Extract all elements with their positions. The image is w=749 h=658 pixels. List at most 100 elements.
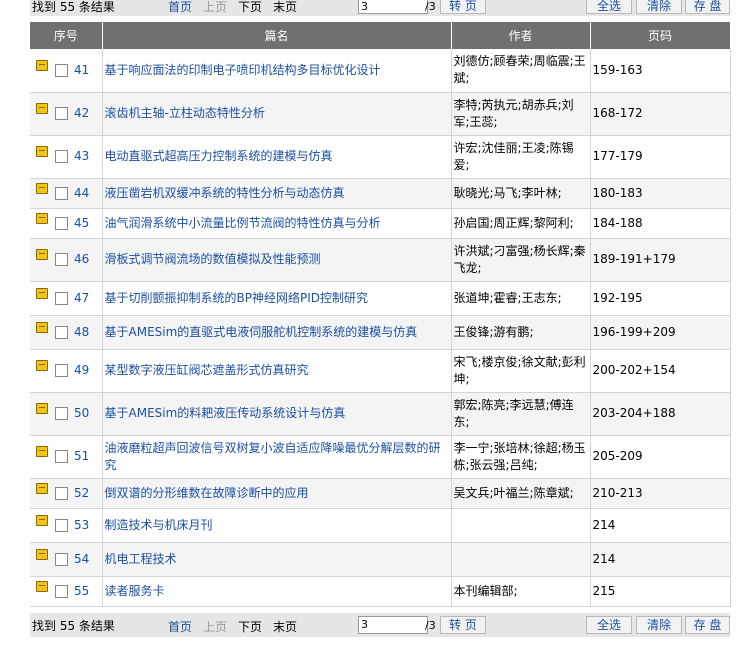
page-number-input[interactable] — [358, 615, 428, 634]
select-all-button[interactable]: 全选 — [586, 615, 632, 634]
clear-button[interactable]: 清除 — [636, 0, 682, 14]
prev-page-link: 上页 — [203, 0, 228, 14]
row-no-cell: 41 — [30, 49, 103, 93]
article-title-link[interactable]: 制造技术与机床月刊 — [105, 518, 213, 532]
row-title-cell: 基于AMESim的直驱式电液伺服舵机控制系统的建模与仿真 — [102, 315, 452, 350]
last-page-link[interactable]: 末页 — [273, 618, 297, 635]
row-author: 王俊锋;游有鹏; — [451, 315, 591, 350]
row-title-cell: 基于AMESim的料耙液压传动系统设计与仿真 — [102, 392, 452, 436]
select-all-button[interactable]: 全选 — [586, 0, 632, 14]
row-number: 43 — [74, 149, 90, 163]
row-author — [451, 508, 591, 543]
total-pages: /3 — [425, 0, 436, 13]
row-pages: 168-172 — [590, 92, 731, 136]
article-title-link[interactable]: 电动直驱式超高压力控制系统的建模与仿真 — [105, 149, 333, 163]
row-no-cell: 53 — [30, 508, 103, 543]
next-page-link[interactable]: 下页 — [238, 618, 262, 635]
row-no-cell: 49 — [30, 349, 103, 393]
row-title-cell: 基于切削颤振抑制系统的BP神经网络PID控制研究 — [102, 281, 452, 316]
row-title-cell: 油气润滑系统中小流量比例节流阀的特性仿真与分析 — [102, 208, 452, 239]
row-pages: 205-209 — [590, 435, 731, 479]
row-checkbox[interactable] — [55, 253, 68, 266]
row-author: 孙启国;周正辉;黎阿利; — [451, 208, 591, 239]
document-icon[interactable] — [36, 548, 48, 560]
row-author: 李一宁;张培林;徐超;杨玉栋;张云强;吕纯; — [451, 435, 591, 479]
row-checkbox[interactable] — [55, 407, 68, 420]
article-title-link[interactable]: 读者服务卡 — [105, 584, 165, 598]
prev-page-link: 上页 — [203, 619, 228, 634]
bottom-pager-bar: 找到 55 条结果 首页 上页 下页 末页 /3 转 页 全选 清除 存 盘 — [30, 612, 730, 637]
first-page-link[interactable]: 首页 — [168, 618, 192, 635]
document-icon[interactable] — [36, 482, 48, 494]
row-checkbox[interactable] — [55, 186, 68, 200]
row-checkbox[interactable] — [55, 150, 68, 163]
article-title-link[interactable]: 倒双谱的分形维数在故障诊断中的应用 — [105, 486, 309, 500]
next-page-link[interactable]: 下页 — [238, 0, 262, 15]
document-icon[interactable] — [36, 514, 48, 526]
table-row: 53 制造技术与机床月刊 214 — [30, 508, 731, 543]
table-row: 47 基于切削颤振抑制系统的BP神经网络PID控制研究 张道坤;霍睿;王志东; 192… — [30, 281, 731, 316]
document-icon[interactable] — [36, 580, 48, 592]
article-title-link[interactable]: 机电工程技术 — [105, 552, 177, 566]
document-icon[interactable] — [36, 446, 48, 457]
first-page-link[interactable]: 首页 — [168, 0, 192, 15]
row-no-cell: 51 — [30, 435, 103, 479]
article-title-link[interactable]: 滑板式调节阀流场的数值模拟及性能预测 — [105, 252, 321, 266]
article-title-link[interactable]: 某型数字液压缸阀芯遮盖形式仿真研究 — [105, 363, 309, 377]
document-icon[interactable] — [36, 287, 48, 299]
results-panel: 找到 55 条结果 首页 上页 下页 末页 /3 转 页 全选 清除 存 盘 序… — [30, 0, 731, 637]
document-icon[interactable] — [36, 360, 48, 371]
row-checkbox[interactable] — [55, 584, 68, 598]
row-author — [451, 542, 591, 577]
article-title-link[interactable]: 基于响应面法的印制电子喷印机结构多目标优化设计 — [105, 63, 381, 77]
article-title-link[interactable]: 基于AMESim的料耙液压传动系统设计与仿真 — [105, 406, 346, 420]
table-row: 42 滚齿机主轴-立柱动态特性分析 李特;芮执元;胡赤兵;刘军;王蕊; 168-172 — [30, 92, 731, 136]
row-checkbox[interactable] — [55, 364, 68, 377]
save-button[interactable]: 存 盘 — [685, 615, 730, 634]
row-checkbox[interactable] — [55, 107, 68, 120]
document-icon[interactable] — [36, 321, 48, 333]
document-icon[interactable] — [36, 249, 48, 260]
row-checkbox[interactable] — [55, 216, 68, 230]
document-icon[interactable] — [36, 403, 48, 414]
go-page-button[interactable]: 转 页 — [440, 0, 486, 14]
table-row: 51 油液磨粒超声回波信号双树复小波自适应降噪最优分解层数的研究 李一宁;张培林;徐… — [30, 435, 731, 479]
row-number: 53 — [74, 517, 90, 532]
page-number-input[interactable] — [358, 0, 428, 14]
save-button[interactable]: 存 盘 — [685, 0, 730, 14]
row-pages: 214 — [590, 508, 731, 543]
row-author: 许洪斌;刁富强;杨长辉;秦飞龙; — [451, 238, 591, 282]
row-pages: 200-202+154 — [590, 349, 731, 393]
row-checkbox[interactable] — [55, 552, 68, 566]
article-title-link[interactable]: 油气润滑系统中小流量比例节流阀的特性仿真与分析 — [105, 216, 381, 230]
article-title-link[interactable]: 液压凿岩机双缓冲系统的特性分析与动态仿真 — [105, 186, 345, 200]
go-page-button[interactable]: 转 页 — [440, 615, 486, 634]
last-page-link[interactable]: 末页 — [273, 0, 297, 15]
results-table: 序号 篇名 作者 页码 41 基于响应面法的印制电子喷印机结构多目标优化设计 刘德仿… — [30, 22, 731, 607]
row-author: 本刊编辑部; — [451, 576, 591, 607]
row-checkbox[interactable] — [55, 450, 68, 463]
row-title-cell: 机电工程技术 — [102, 542, 452, 577]
row-author: 张道坤;霍睿;王志东; — [451, 281, 591, 316]
document-icon[interactable] — [36, 212, 48, 224]
row-checkbox[interactable] — [55, 486, 68, 500]
row-no-cell: 50 — [30, 392, 103, 436]
document-icon[interactable] — [36, 182, 48, 194]
article-title-link[interactable]: 基于切削颤振抑制系统的BP神经网络PID控制研究 — [105, 291, 369, 305]
article-title-link[interactable]: 滚齿机主轴-立柱动态特性分析 — [105, 106, 265, 120]
row-checkbox[interactable] — [55, 63, 68, 77]
row-pages: 177-179 — [590, 135, 731, 179]
row-checkbox[interactable] — [55, 291, 68, 305]
row-checkbox[interactable] — [55, 325, 68, 339]
row-pages: 215 — [590, 576, 731, 607]
document-icon[interactable] — [36, 146, 48, 157]
clear-button[interactable]: 清除 — [636, 615, 682, 634]
table-row: 55 读者服务卡 本刊编辑部; 215 — [30, 576, 731, 607]
article-title-link[interactable]: 油液磨粒超声回波信号双树复小波自适应降噪最优分解层数的研究 — [105, 441, 441, 472]
document-icon[interactable] — [36, 59, 48, 71]
document-icon[interactable] — [36, 103, 48, 114]
row-title-cell: 滑板式调节阀流场的数值模拟及性能预测 — [102, 238, 452, 282]
article-title-link[interactable]: 基于AMESim的直驱式电液伺服舵机控制系统的建模与仿真 — [105, 325, 418, 339]
row-checkbox[interactable] — [55, 518, 68, 532]
row-number: 54 — [74, 551, 90, 566]
